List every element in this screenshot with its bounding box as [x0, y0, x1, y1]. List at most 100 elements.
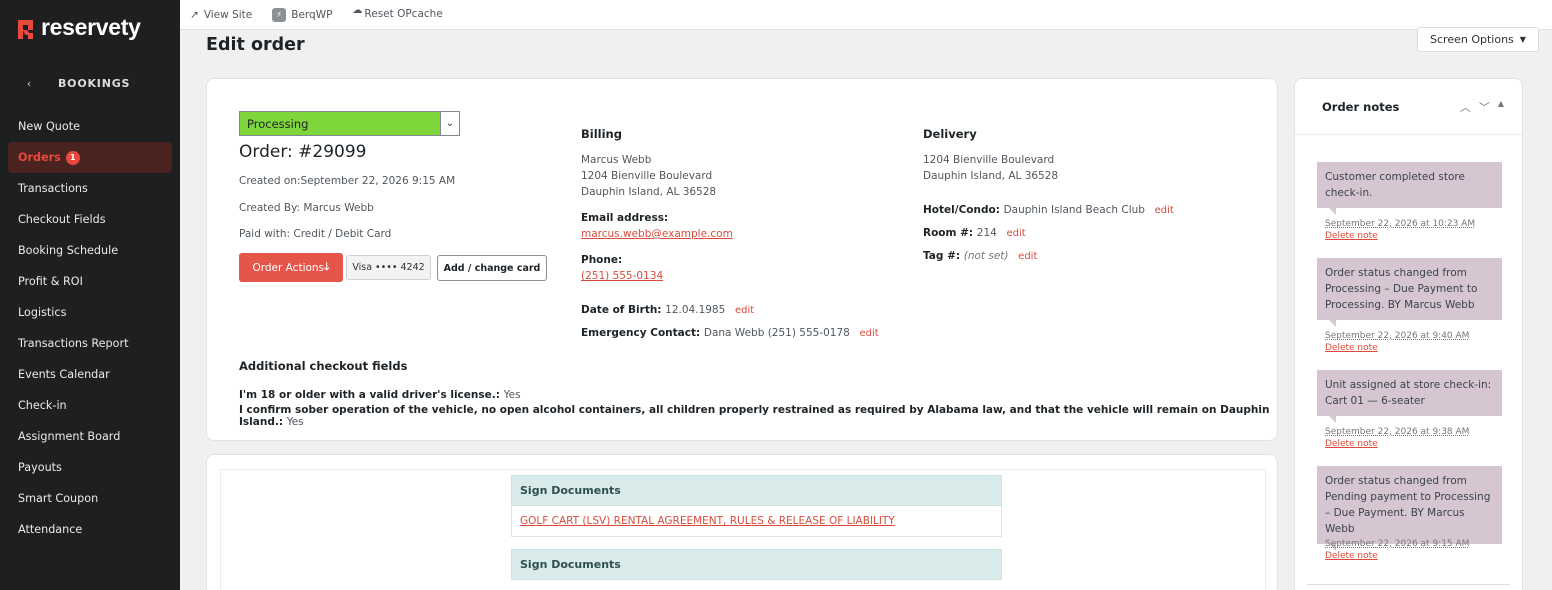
order-note-date: September 22, 2026 at 9:15 AM: [1325, 539, 1470, 549]
brand-logo[interactable]: reservety: [18, 14, 141, 41]
sidebar-nav: New Quote Orders 1 Transactions Checkout …: [0, 111, 180, 545]
billing-address-line2: Dauphin Island, AL 36528: [581, 186, 717, 198]
sign-documents-heading-2: Sign Documents: [511, 549, 1002, 580]
delete-note-link[interactable]: Delete note: [1325, 342, 1469, 354]
sidebar-item-logistics[interactable]: Logistics: [0, 297, 180, 328]
room-row: Room #: 214 edit: [923, 227, 1026, 239]
sidebar-item-label: Transactions Report: [18, 337, 129, 350]
chevron-down-icon: ⌄: [440, 112, 459, 135]
logo-mark-icon: [18, 17, 35, 39]
emergency-contact-edit-link[interactable]: edit: [859, 328, 878, 339]
berqwp-icon: ⚡: [272, 7, 287, 22]
order-note: Unit assigned at store check-in: Cart 01…: [1317, 370, 1502, 423]
toggle-panel-icon[interactable]: ▲: [1498, 99, 1504, 115]
billing-email-link[interactable]: marcus.webb@example.com: [581, 228, 733, 240]
view-site-label: View Site: [203, 8, 253, 21]
sidebar-item-label: New Quote: [18, 120, 80, 133]
sidebar-item-payouts[interactable]: Payouts: [0, 452, 180, 483]
sidebar-back[interactable]: ‹ BOOKINGS: [0, 74, 180, 92]
hotel-label: Hotel/Condo:: [923, 204, 1000, 216]
checkout-field-sober: I confirm sober operation of the vehicle…: [239, 404, 1277, 428]
admin-sidebar: reservety ‹ BOOKINGS New Quote Orders 1 T…: [0, 0, 180, 590]
sidebar-item-profit-roi[interactable]: Profit & ROI: [0, 266, 180, 297]
sidebar-item-label: Logistics: [18, 306, 67, 319]
order-paid-with: Paid with: Credit / Debit Card: [239, 228, 392, 240]
documents-frame: Sign Documents GOLF CART (LSV) RENTAL AG…: [220, 469, 1266, 590]
sidebar-item-label: Attendance: [18, 523, 83, 536]
delivery-heading: Delivery: [923, 127, 977, 141]
add-change-card-button[interactable]: Add / change card: [437, 255, 547, 281]
page-title: Edit order: [206, 35, 305, 55]
delete-note-link[interactable]: Delete note: [1325, 550, 1469, 562]
order-created-by: Created By: Marcus Webb: [239, 202, 374, 214]
chevron-down-icon[interactable]: ﹀: [1479, 99, 1490, 115]
saved-card-button[interactable]: Visa •••• 4242: [346, 255, 431, 280]
notes-divider: [1307, 584, 1510, 585]
hotel-value: Dauphin Island Beach Club: [1003, 204, 1145, 216]
hotel-row: Hotel/Condo: Dauphin Island Beach Club e…: [923, 204, 1174, 216]
admin-topbar: ↗ View Site ⚡ BerqWP ☁ Reset OPcache: [180, 0, 1552, 30]
order-note: Order status changed from Processing – D…: [1317, 258, 1502, 327]
sidebar-item-new-quote[interactable]: New Quote: [0, 111, 180, 142]
order-notes-title: Order notes: [1322, 100, 1400, 114]
sidebar-item-label: Smart Coupon: [18, 492, 99, 505]
berqwp-link[interactable]: ⚡ BerqWP: [272, 7, 332, 22]
view-site-link[interactable]: ↗ View Site: [190, 9, 252, 21]
billing-address-line1: 1204 Bienville Boulevard: [581, 170, 713, 182]
sidebar-item-label: Payouts: [18, 461, 62, 474]
dob-row: Date of Birth: 12.04.1985 edit: [581, 304, 754, 316]
order-note-date: September 22, 2026 at 10:23 AM: [1325, 219, 1476, 229]
order-created-on: Created on:September 22, 2026 9:15 AM: [239, 175, 456, 187]
room-edit-link[interactable]: edit: [1006, 228, 1025, 239]
sidebar-item-transactions[interactable]: Transactions: [0, 173, 180, 204]
sidebar-item-label: Transactions: [18, 182, 88, 195]
sidebar-item-orders[interactable]: Orders 1: [8, 142, 172, 173]
delete-note-link[interactable]: Delete note: [1325, 230, 1475, 242]
sign-documents-row: GOLF CART (LSV) RENTAL AGREEMENT, RULES …: [511, 506, 1002, 537]
screen-options-label: Screen Options: [1430, 33, 1514, 46]
sidebar-item-assignment-board[interactable]: Assignment Board: [0, 421, 180, 452]
sidebar-item-transactions-report[interactable]: Transactions Report: [0, 328, 180, 359]
sidebar-item-attendance[interactable]: Attendance: [0, 514, 180, 545]
order-notes-panel: Order notes ︿ ﹀ ▲ Customer completed sto…: [1294, 78, 1523, 590]
billing-heading: Billing: [581, 127, 622, 141]
tag-value: (not set): [963, 250, 1009, 262]
order-note-meta: September 22, 2026 at 9:38 AM Delete not…: [1325, 426, 1469, 450]
sidebar-item-events-calendar[interactable]: Events Calendar: [0, 359, 180, 390]
sidebar-item-checkout-fields[interactable]: Checkout Fields: [0, 204, 180, 235]
sidebar-item-label: Events Calendar: [18, 368, 110, 381]
order-status-select[interactable]: Processing ⌄: [239, 111, 460, 136]
hotel-edit-link[interactable]: edit: [1155, 205, 1174, 216]
sidebar-item-label: Profit & ROI: [18, 275, 83, 288]
caret-down-icon: ▼: [1519, 35, 1526, 44]
emergency-contact-value: Dana Webb (251) 555-0178: [703, 327, 850, 339]
order-note-meta: September 22, 2026 at 10:23 AM Delete no…: [1325, 218, 1475, 242]
reset-opcache-link[interactable]: ☁ Reset OPcache: [352, 5, 442, 21]
chevron-up-icon[interactable]: ︿: [1460, 99, 1471, 115]
tag-row: Tag #: (not set) edit: [923, 250, 1037, 262]
dob-label: Date of Birth:: [581, 304, 662, 316]
arrow-down-icon: 🡓: [324, 260, 330, 273]
dob-edit-link[interactable]: edit: [735, 305, 754, 316]
order-actions-label: Order Actions: [252, 261, 325, 274]
room-label: Room #:: [923, 227, 974, 239]
delete-note-link[interactable]: Delete note: [1325, 438, 1469, 450]
billing-phone-link[interactable]: (251) 555-0134: [581, 270, 663, 282]
dob-value: 12.04.1985: [665, 304, 726, 316]
order-note: Customer completed store check-in.: [1317, 162, 1502, 215]
screen-options-button[interactable]: Screen Options ▼: [1417, 27, 1539, 52]
documents-card: Sign Documents GOLF CART (LSV) RENTAL AG…: [206, 454, 1278, 590]
tag-edit-link[interactable]: edit: [1018, 251, 1037, 262]
gauge-icon: ☁: [352, 5, 363, 16]
order-actions-button[interactable]: Order Actions 🡓: [239, 253, 343, 282]
sidebar-item-booking-schedule[interactable]: Booking Schedule: [0, 235, 180, 266]
sidebar-item-check-in[interactable]: Check-in: [0, 390, 180, 421]
order-note-meta: September 22, 2026 at 9:40 AM Delete not…: [1325, 330, 1469, 354]
rental-agreement-link[interactable]: GOLF CART (LSV) RENTAL AGREEMENT, RULES …: [520, 515, 895, 527]
order-number: Order: #29099: [239, 142, 367, 162]
order-note-meta: September 22, 2026 at 9:15 AM Delete not…: [1325, 538, 1469, 562]
delivery-address-line2: Dauphin Island, AL 36528: [923, 170, 1059, 182]
sidebar-item-smart-coupon[interactable]: Smart Coupon: [0, 483, 180, 514]
brand-name: reservety: [41, 14, 141, 40]
sidebar-section-title: BOOKINGS: [58, 76, 131, 90]
